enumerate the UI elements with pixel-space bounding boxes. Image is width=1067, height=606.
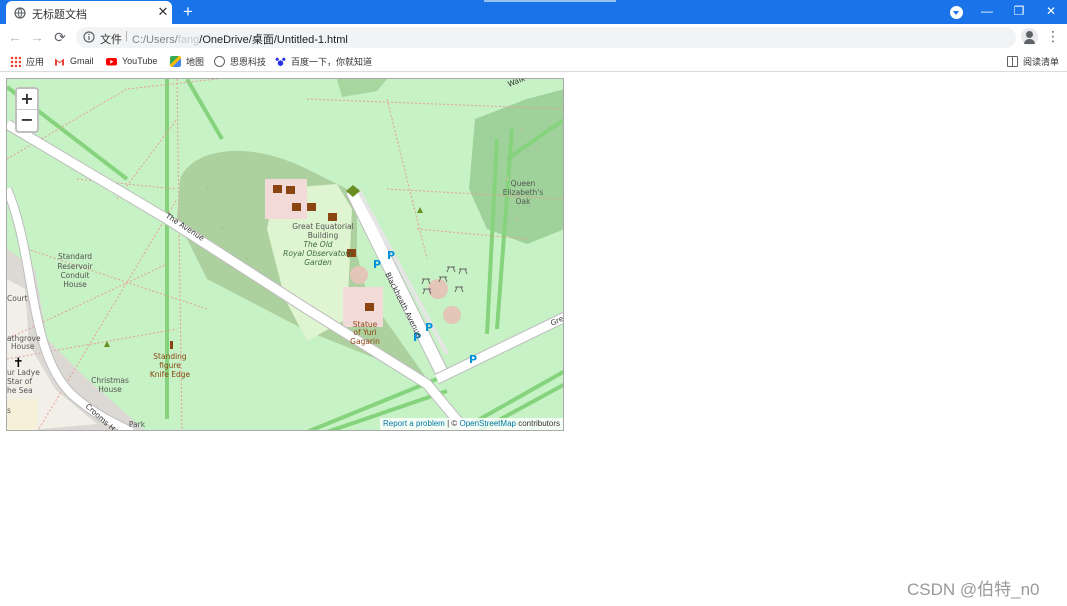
label-standard: Standard xyxy=(58,252,92,261)
gmail-icon xyxy=(54,56,65,67)
label-gre: Gre xyxy=(549,314,564,328)
globe-icon xyxy=(214,55,225,67)
bookmark-youtube[interactable]: YouTube xyxy=(106,53,157,69)
reading-list-icon xyxy=(1007,55,1018,67)
woodland-area xyxy=(337,79,387,97)
bookmark-label: 地图 xyxy=(186,56,205,67)
map-tiles[interactable]: P P P P P ✝ Standard Reservoir Conduit H… xyxy=(7,79,564,431)
map-attribution: Report a problem | © OpenStreetMap contr… xyxy=(380,418,563,430)
label-park: Park xyxy=(129,420,146,429)
bookmark-label: 思恩科技 xyxy=(230,56,267,67)
label-great-equatorial: Building xyxy=(308,231,339,240)
label-standard: Conduit xyxy=(60,271,89,280)
label-knife-edge: Knife Edge xyxy=(150,370,191,379)
info-icon[interactable] xyxy=(83,31,95,43)
label-knife-edge: Standing xyxy=(153,352,187,361)
label-standard: Reservoir xyxy=(57,262,93,271)
viewpoint-icon xyxy=(104,341,110,347)
zoom-in-button[interactable]: + xyxy=(17,89,37,110)
label-court: Court xyxy=(7,294,28,303)
url-prefix: C:/Users/ xyxy=(132,34,178,46)
back-button[interactable]: ← xyxy=(5,27,25,47)
apps-grid-icon xyxy=(10,55,21,67)
east-road xyxy=(434,312,563,384)
label-ladye: ur Ladye xyxy=(7,368,40,377)
scheme-separator: | xyxy=(125,30,128,42)
attribution-sep: | © xyxy=(444,419,460,428)
label-great-equatorial: Great Equatorial xyxy=(292,222,354,231)
file-scheme-label: 文件 xyxy=(100,34,122,46)
parking-label: P xyxy=(425,321,433,334)
label-queen: Oak xyxy=(516,197,531,206)
address-bar[interactable]: 文件 | C:/Users/fang/OneDrive/桌面/Untitled-… xyxy=(76,27,1016,48)
zoom-out-button[interactable]: − xyxy=(17,110,37,131)
report-problem-link[interactable]: Report a problem xyxy=(383,419,445,428)
menu-kebab-icon[interactable]: ⋮ xyxy=(1046,28,1060,45)
csdn-watermark: CSDN @伯特_n0 xyxy=(907,580,1040,599)
bookmark-label: 百度一下，你就知道 xyxy=(291,56,373,67)
url-text[interactable]: C:/Users/fang/OneDrive/桌面/Untitled-1.htm… xyxy=(132,31,348,47)
youtube-icon xyxy=(106,56,117,67)
label-statue: of Yuri xyxy=(353,328,376,337)
viewpoint-icon xyxy=(417,207,423,213)
tab-search-icon[interactable] xyxy=(950,6,963,19)
browser-tab[interactable]: 无标题文档 ✕ xyxy=(6,1,172,24)
label-christmas: House xyxy=(98,385,122,394)
osm-link[interactable]: OpenStreetMap xyxy=(459,419,515,428)
school-area xyxy=(7,399,37,430)
parking-label: P xyxy=(373,258,381,271)
bookmark-maps[interactable]: 地图 xyxy=(170,53,204,69)
url-redacted: fang xyxy=(177,34,200,46)
new-tab-button[interactable]: + xyxy=(178,2,198,22)
minimize-button[interactable]: — xyxy=(972,0,1002,24)
bookmark-gmail[interactable]: Gmail xyxy=(54,53,94,69)
globe-icon xyxy=(14,7,26,19)
bookmark-label: 应用 xyxy=(26,56,45,67)
reload-button[interactable]: ⟳ xyxy=(50,27,70,47)
profile-avatar-icon[interactable] xyxy=(1021,28,1038,45)
label-christmas: Christmas xyxy=(91,376,129,385)
label-queen: Queen xyxy=(511,179,536,188)
parking-label: P xyxy=(469,353,477,366)
label-ladye: he Sea xyxy=(7,386,33,395)
roundel xyxy=(443,306,461,324)
close-window-button[interactable]: ✕ xyxy=(1036,0,1066,24)
label-standard: House xyxy=(63,280,87,289)
tab-close-icon[interactable]: ✕ xyxy=(155,4,171,20)
bookmarks-bar: 应用 Gmail YouTube 地图 思恩科技 百度一下，你就知道 阅读清单 xyxy=(0,50,1067,72)
attribution-contributors: contributors xyxy=(515,419,560,428)
forward-button[interactable]: → xyxy=(27,27,47,47)
label-old-garden: Garden xyxy=(304,258,332,267)
label-old-garden: Royal Observatory xyxy=(283,249,353,258)
maximize-button[interactable]: ❐ xyxy=(1004,0,1034,24)
url-path: /OneDrive/桌面/Untitled-1.html xyxy=(199,34,348,46)
parking-label: P xyxy=(387,249,395,262)
bookmark-baidu[interactable]: 百度一下，你就知道 xyxy=(275,53,372,69)
sculpture-icon xyxy=(170,341,173,349)
label-queen: Elizabeth's xyxy=(503,188,544,197)
label-knife-edge: figure xyxy=(159,361,181,370)
label-ladye: Star of xyxy=(7,377,32,386)
label-walk: Walk xyxy=(506,79,527,89)
osm-map[interactable]: P P P P P ✝ Standard Reservoir Conduit H… xyxy=(6,78,564,431)
browser-toolbar: ← → ⟳ 文件 | C:/Users/fang/OneDrive/桌面/Unt… xyxy=(0,24,1067,50)
tab-strip: 无标题文档 ✕ + — ❐ ✕ xyxy=(0,0,1067,24)
label-s: s xyxy=(7,406,11,415)
bookmark-label: YouTube xyxy=(122,56,158,66)
label-old-garden: The Old xyxy=(303,240,332,249)
reading-list-button[interactable]: 阅读清单 xyxy=(1007,53,1059,69)
zoom-control: + − xyxy=(15,87,39,133)
baidu-paw-icon xyxy=(275,55,286,67)
tab-title: 无标题文档 xyxy=(32,9,87,21)
maps-icon xyxy=(170,55,181,67)
roundel xyxy=(350,266,368,284)
bookmark-label: Gmail xyxy=(70,56,94,66)
reading-list-label: 阅读清单 xyxy=(1023,56,1060,67)
label-heathgrove: House xyxy=(11,342,35,351)
bookmark-sien[interactable]: 思恩科技 xyxy=(214,53,266,69)
tab-strip-indicator xyxy=(484,0,616,2)
building-area xyxy=(265,179,307,219)
bookmark-apps[interactable]: 应用 xyxy=(10,53,44,69)
label-statue: Gagarin xyxy=(350,337,380,346)
